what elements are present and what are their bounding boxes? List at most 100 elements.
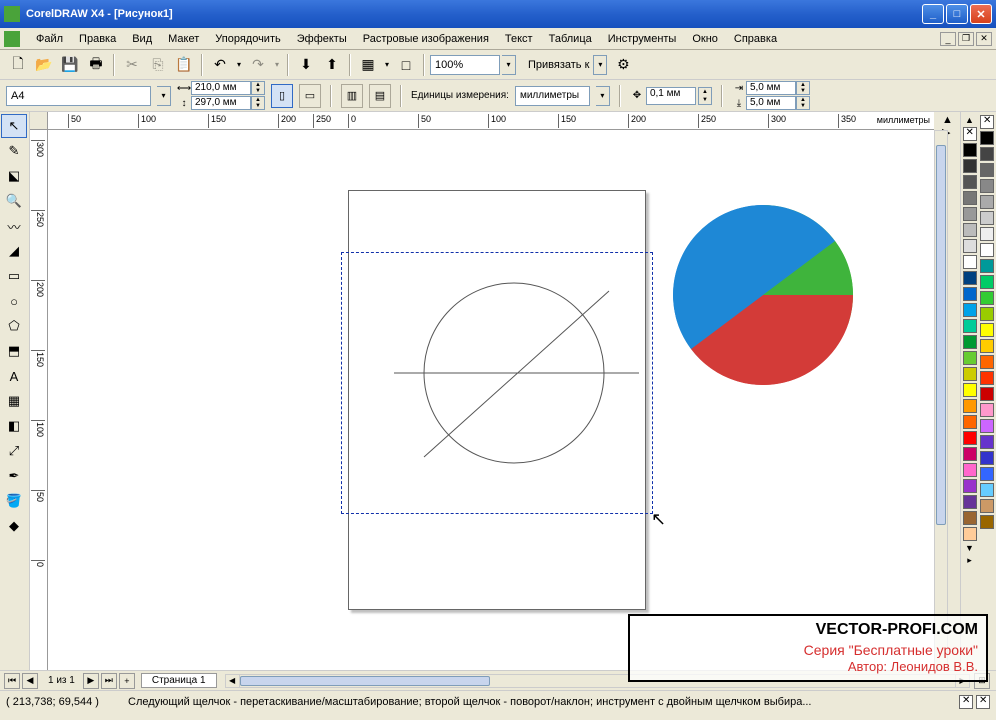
- outline-indicator[interactable]: [976, 695, 990, 709]
- color-swatch[interactable]: [980, 419, 994, 433]
- palette-flyout-button[interactable]: ▸: [962, 554, 977, 566]
- current-page-button[interactable]: ▤: [369, 84, 391, 108]
- units-dropdown[interactable]: ▾: [596, 86, 610, 106]
- landscape-button[interactable]: ▭: [299, 84, 321, 108]
- zoom-input[interactable]: 100%: [430, 55, 500, 75]
- pick-tool[interactable]: ↖: [1, 114, 27, 138]
- color-swatch[interactable]: [963, 287, 977, 301]
- color-swatch[interactable]: [963, 447, 977, 461]
- mdi-restore-button[interactable]: ❐: [958, 32, 974, 46]
- dup-y-spinner[interactable]: ▲▼: [796, 96, 810, 110]
- menu-tools[interactable]: Инструменты: [600, 31, 685, 47]
- color-swatch[interactable]: [980, 499, 994, 513]
- color-swatch[interactable]: [980, 131, 994, 145]
- color-swatch[interactable]: [980, 147, 994, 161]
- color-swatch[interactable]: [963, 415, 977, 429]
- cut-button[interactable]: ✂: [120, 53, 144, 77]
- menu-view[interactable]: Вид: [124, 31, 160, 47]
- palette-down-button[interactable]: ▼: [962, 542, 977, 554]
- color-swatch[interactable]: [980, 339, 994, 353]
- color-swatch[interactable]: [980, 195, 994, 209]
- redo-button[interactable]: ↷: [246, 53, 270, 77]
- close-button[interactable]: ✕: [970, 4, 992, 24]
- minimize-button[interactable]: _: [922, 4, 944, 24]
- save-button[interactable]: 💾: [58, 53, 82, 77]
- scrollbar-thumb[interactable]: [240, 676, 490, 686]
- mdi-minimize-button[interactable]: _: [940, 32, 956, 46]
- shape-tool[interactable]: ✎: [1, 139, 27, 163]
- page-width-input[interactable]: 210,0 мм: [191, 81, 251, 95]
- new-button[interactable]: 🗋: [6, 53, 30, 77]
- open-button[interactable]: 📂: [32, 53, 56, 77]
- color-swatch[interactable]: [980, 387, 994, 401]
- menu-help[interactable]: Справка: [726, 31, 785, 47]
- ruler-origin[interactable]: [30, 112, 48, 130]
- color-swatch[interactable]: [963, 463, 977, 477]
- color-swatch[interactable]: [980, 243, 994, 257]
- crop-tool[interactable]: ⬕: [1, 164, 27, 188]
- dup-y-input[interactable]: 5,0 мм: [746, 96, 796, 110]
- menu-effects[interactable]: Эффекты: [289, 31, 355, 47]
- last-page-button[interactable]: ⏭: [101, 673, 117, 689]
- color-swatch[interactable]: [963, 223, 977, 237]
- page-tab-1[interactable]: Страница 1: [141, 673, 217, 688]
- text-tool[interactable]: A: [1, 364, 27, 388]
- smart-fill-tool[interactable]: ◢: [1, 239, 27, 263]
- no-fill-swatch[interactable]: [980, 115, 994, 129]
- pie-chart-object[interactable]: [668, 200, 858, 390]
- color-swatch[interactable]: [980, 275, 994, 289]
- color-swatch[interactable]: [980, 307, 994, 321]
- menu-window[interactable]: Окно: [684, 31, 726, 47]
- page-size-dropdown[interactable]: ▾: [157, 86, 171, 106]
- color-swatch[interactable]: [963, 351, 977, 365]
- print-button[interactable]: 🖶: [84, 53, 108, 77]
- vertical-scrollbar[interactable]: [934, 130, 948, 670]
- color-swatch[interactable]: [980, 483, 994, 497]
- import-button[interactable]: ⬇: [294, 53, 318, 77]
- horizontal-ruler[interactable]: 50 100 150 200 250 0 50 100 150 200 250 …: [48, 112, 934, 130]
- app-launcher-button[interactable]: ▦: [356, 53, 380, 77]
- fill-indicator[interactable]: [959, 695, 973, 709]
- export-button[interactable]: ⬆: [320, 53, 344, 77]
- color-swatch[interactable]: [980, 515, 994, 529]
- portrait-button[interactable]: ▯: [271, 84, 293, 108]
- nudge-input[interactable]: 0,1 мм: [646, 87, 696, 105]
- color-swatch[interactable]: [980, 371, 994, 385]
- page-size-select[interactable]: A4: [6, 86, 151, 106]
- color-swatch[interactable]: [963, 143, 977, 157]
- color-swatch[interactable]: [963, 399, 977, 413]
- color-swatch[interactable]: [963, 511, 977, 525]
- color-swatch[interactable]: [980, 211, 994, 225]
- color-swatch[interactable]: [963, 527, 977, 541]
- color-swatch[interactable]: [980, 355, 994, 369]
- zoom-dropdown[interactable]: ▾: [502, 55, 516, 75]
- interactive-fill-tool[interactable]: ◆: [1, 514, 27, 538]
- menu-bitmaps[interactable]: Растровые изображения: [355, 31, 497, 47]
- table-tool[interactable]: ▦: [1, 389, 27, 413]
- view-up-button[interactable]: ▲: [942, 114, 952, 124]
- nudge-spinner[interactable]: ▲▼: [698, 87, 712, 105]
- color-swatch[interactable]: [963, 159, 977, 173]
- undo-dropdown[interactable]: ▾: [234, 53, 244, 77]
- menu-table[interactable]: Таблица: [541, 31, 600, 47]
- rectangle-tool[interactable]: ▭: [1, 264, 27, 288]
- app-dropdown[interactable]: ▾: [382, 53, 392, 77]
- snap-to-dropdown[interactable]: ▾: [593, 55, 607, 75]
- color-swatch[interactable]: [963, 367, 977, 381]
- color-swatch[interactable]: [980, 451, 994, 465]
- menu-layout[interactable]: Макет: [160, 31, 207, 47]
- color-swatch[interactable]: [980, 467, 994, 481]
- menu-file[interactable]: Файл: [28, 31, 71, 47]
- color-swatch[interactable]: [963, 319, 977, 333]
- color-swatch[interactable]: [963, 303, 977, 317]
- fill-tool[interactable]: 🪣: [1, 489, 27, 513]
- paste-button[interactable]: 📋: [172, 53, 196, 77]
- palette-up-button[interactable]: ▲: [962, 114, 977, 126]
- width-spinner[interactable]: ▲▼: [251, 81, 265, 95]
- interactive-tool[interactable]: ◧: [1, 414, 27, 438]
- color-swatch[interactable]: [963, 431, 977, 445]
- dup-x-spinner[interactable]: ▲▼: [796, 81, 810, 95]
- scroll-left-button[interactable]: ◀: [226, 675, 240, 687]
- color-swatch[interactable]: [963, 255, 977, 269]
- color-swatch[interactable]: [980, 435, 994, 449]
